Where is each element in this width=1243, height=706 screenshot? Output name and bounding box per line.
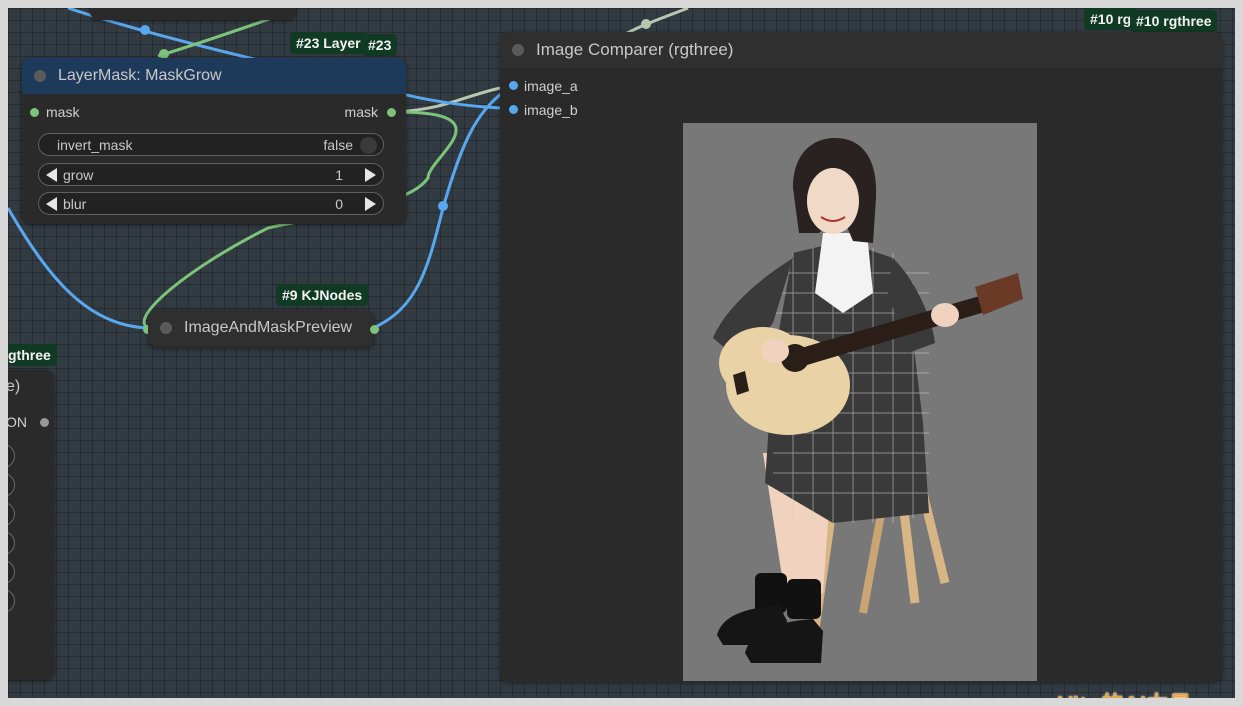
grow-number-widget[interactable]: grow 1 <box>38 163 384 186</box>
node-title-fragment: e) <box>8 378 21 395</box>
input-label: mask <box>46 104 80 120</box>
widget-label: grow <box>63 167 94 183</box>
output-dot-icon[interactable] <box>387 108 396 117</box>
output-label: ON <box>8 414 27 430</box>
input-label: image_b <box>524 102 578 118</box>
node-id-badge: #9 KJNodes <box>276 284 369 306</box>
layermask-maskgrow-node[interactable]: LayerMask: MaskGrow mask mask invert_mas… <box>22 58 406 224</box>
input-dot-icon[interactable] <box>509 105 518 114</box>
top-partial-node[interactable] <box>90 8 296 20</box>
node-id-badge: #23 <box>362 34 398 56</box>
collapse-dot-icon[interactable] <box>160 322 172 334</box>
node-title-bar[interactable]: ImageAndMaskPreview <box>148 310 374 346</box>
left-partial-node[interactable]: e) ON <box>8 370 54 680</box>
input-dot-icon[interactable] <box>30 108 39 117</box>
node-id-badge-back: #23 Layer <box>290 32 367 54</box>
wire-midpoint <box>641 19 651 29</box>
widget-value: false <box>323 137 353 153</box>
node-title: ImageAndMaskPreview <box>184 319 353 336</box>
invert-mask-toggle[interactable]: invert_mask false <box>38 133 384 156</box>
comparison-preview-image[interactable] <box>683 123 1037 681</box>
input-slot-image-b[interactable]: image_b <box>509 102 578 118</box>
widget-value: 0 <box>335 196 343 212</box>
arrow-button[interactable] <box>8 473 15 497</box>
input-slot-image-a[interactable]: image_a <box>509 78 578 94</box>
node-title-bar[interactable]: LayerMask: MaskGrow <box>22 58 406 94</box>
output-label: mask <box>344 104 378 120</box>
node-title: LayerMask: MaskGrow <box>58 67 222 84</box>
output-slot[interactable]: ON <box>8 414 27 430</box>
arrow-button[interactable] <box>8 502 15 526</box>
widget-label: invert_mask <box>57 137 133 153</box>
woman-with-guitar-illustration <box>683 123 1037 681</box>
triangle-right-icon[interactable] <box>365 197 376 211</box>
wire-blue-left <box>8 207 149 330</box>
node-title-bar[interactable]: Image Comparer (rgthree) <box>500 32 1222 68</box>
triangle-right-icon[interactable] <box>365 168 376 182</box>
node-title: Image Comparer (rgthree) <box>536 40 734 59</box>
input-slot-mask[interactable]: mask <box>30 104 80 120</box>
wire-midpoint <box>438 201 448 211</box>
toggle-knob-icon[interactable] <box>360 137 377 154</box>
node-id-badge: gthree <box>8 344 57 366</box>
output-dot-icon[interactable] <box>40 418 49 427</box>
blur-number-widget[interactable]: blur 0 <box>38 192 384 215</box>
widget-value: 1 <box>335 167 343 183</box>
output-slot-mask[interactable]: mask <box>344 104 396 120</box>
image-and-mask-preview-node[interactable]: ImageAndMaskPreview <box>143 310 379 348</box>
arrow-button[interactable] <box>8 589 15 613</box>
input-label: image_a <box>524 78 578 94</box>
output-dot-icon[interactable] <box>370 325 379 334</box>
arrow-button[interactable] <box>8 560 15 584</box>
widget-label: blur <box>63 196 87 212</box>
node-id-badge: #10 rgthree <box>1130 10 1218 32</box>
collapse-dot-icon[interactable] <box>512 44 524 56</box>
collapse-dot-icon[interactable] <box>34 70 46 82</box>
input-dot-icon[interactable] <box>509 81 518 90</box>
node-graph-canvas[interactable]: #23 Layer #23 LayerMask: MaskGrow mask m… <box>8 8 1235 698</box>
watermark-text: Vito的AI力量 <box>1058 687 1192 698</box>
triangle-left-icon[interactable] <box>46 197 57 211</box>
triangle-left-icon[interactable] <box>46 168 57 182</box>
arrow-button[interactable] <box>8 531 15 555</box>
wire-midpoint <box>140 25 150 35</box>
arrow-button[interactable] <box>8 444 15 468</box>
